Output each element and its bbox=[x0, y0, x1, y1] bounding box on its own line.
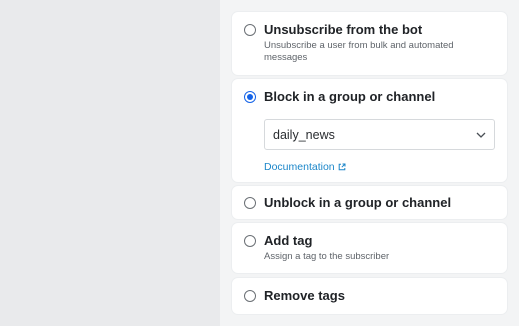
documentation-link[interactable]: Documentation bbox=[264, 161, 346, 173]
option-unsubscribe-card[interactable]: Unsubscribe from the bot Unsubscribe a u… bbox=[232, 12, 507, 75]
channel-select-value: daily_news bbox=[273, 128, 335, 142]
option-description: Unsubscribe a user from bulk and automat… bbox=[264, 40, 454, 63]
channel-select[interactable]: daily_news bbox=[264, 119, 495, 150]
left-pane bbox=[0, 0, 220, 326]
documentation-link-label: Documentation bbox=[264, 161, 335, 173]
option-unblock-card[interactable]: Unblock in a group or channel bbox=[232, 186, 507, 219]
radio-block[interactable] bbox=[244, 91, 256, 103]
option-block-card[interactable]: Block in a group or channel daily_news D… bbox=[232, 79, 507, 182]
chevron-down-icon bbox=[476, 132, 486, 138]
radio-remove-tags[interactable] bbox=[244, 290, 256, 302]
option-add-tag-card[interactable]: Add tag Assign a tag to the subscriber bbox=[232, 223, 507, 273]
radio-add-tag[interactable] bbox=[244, 235, 256, 247]
option-description: Assign a tag to the subscriber bbox=[264, 251, 390, 262]
option-title: Unblock in a group or channel bbox=[264, 195, 452, 210]
option-title: Unsubscribe from the bot bbox=[264, 22, 423, 37]
radio-unsubscribe[interactable] bbox=[244, 24, 256, 36]
option-title: Block in a group or channel bbox=[264, 89, 436, 104]
external-link-icon bbox=[338, 163, 346, 171]
option-title: Remove tags bbox=[264, 288, 345, 303]
radio-unblock[interactable] bbox=[244, 197, 256, 209]
option-title: Add tag bbox=[264, 233, 313, 248]
option-remove-tags-card[interactable]: Remove tags bbox=[232, 278, 507, 314]
